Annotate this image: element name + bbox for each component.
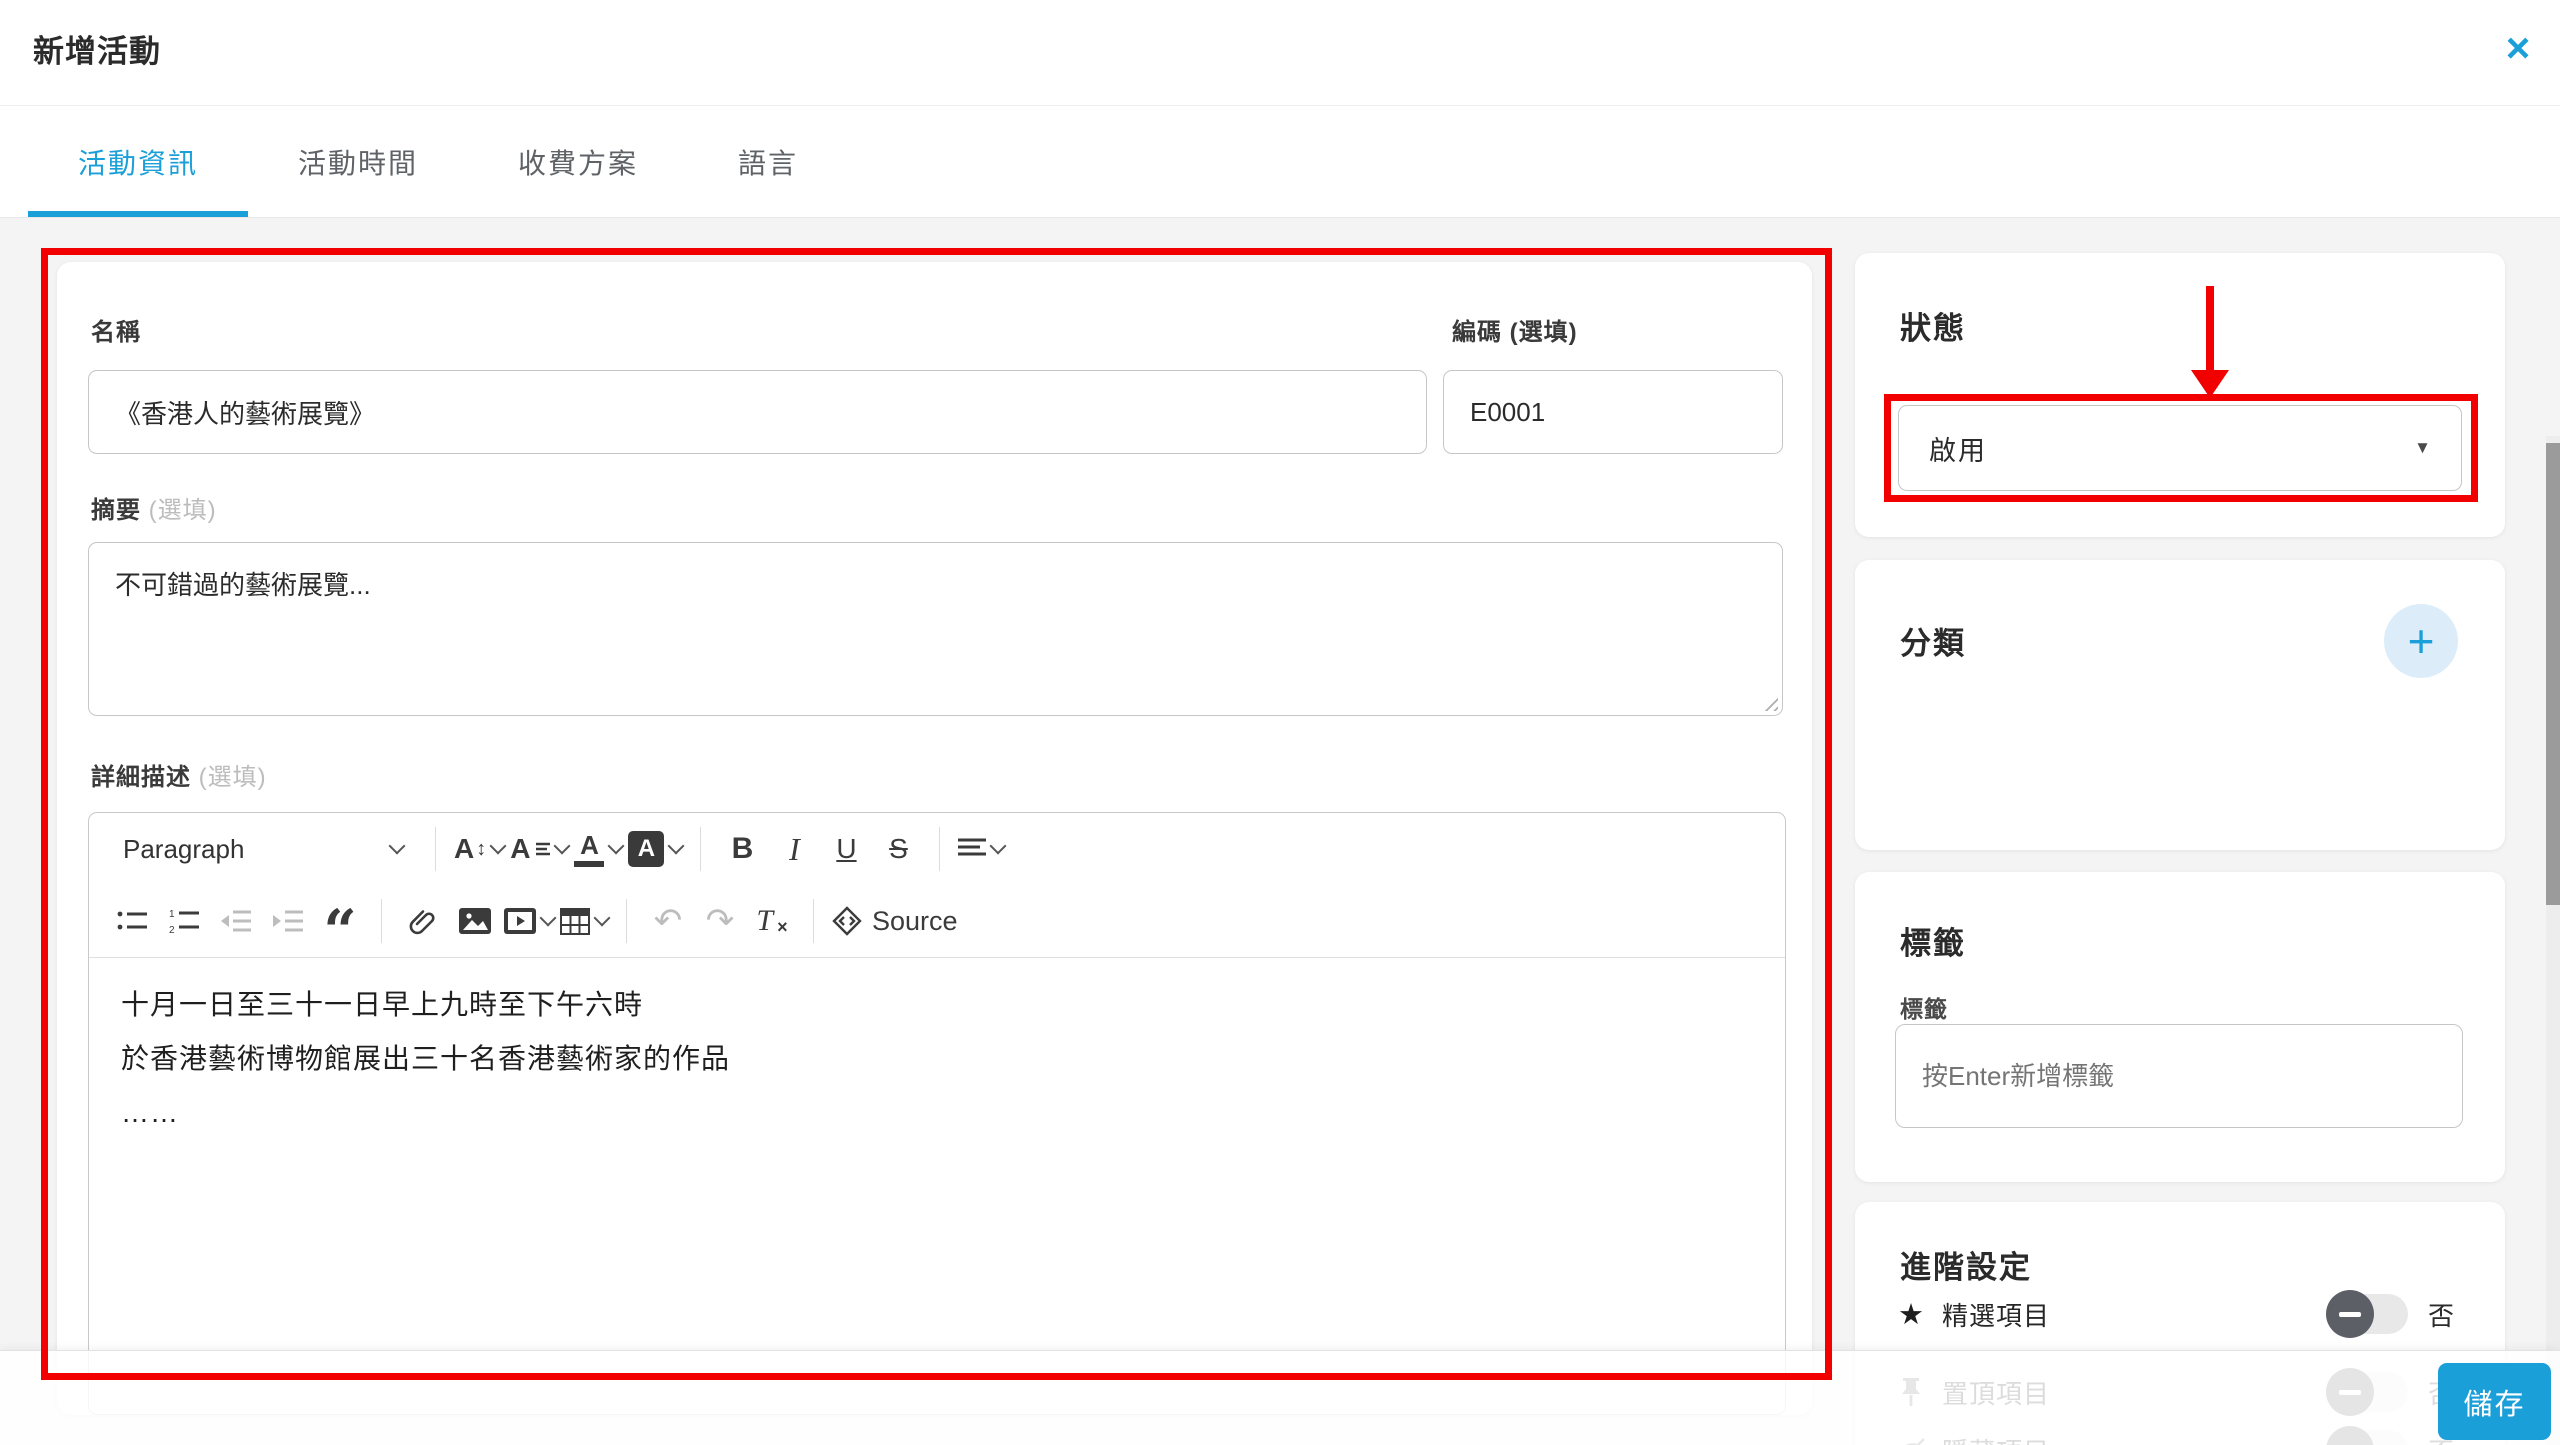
strikethrough-button[interactable]: S (875, 823, 921, 875)
featured-item-label: 精選項目 (1942, 1296, 2332, 1333)
background-color-dropdown[interactable]: A (628, 823, 682, 875)
increase-indent-button[interactable] (265, 895, 311, 947)
italic-button[interactable]: I (771, 823, 817, 875)
status-title: 狀態 (1900, 303, 1966, 348)
activity-info-card: 名稱 編碼 (選填) 摘要 (選填) 不可錯過的藝術展覽... 詳細描述 (選填… (57, 262, 1812, 1415)
description-optional-hint: (選填) (199, 764, 267, 791)
link-button[interactable] (400, 895, 446, 947)
numbered-list-button[interactable]: 12 (161, 895, 207, 947)
bulleted-list-button[interactable] (109, 895, 155, 947)
tags-title: 標籤 (1900, 918, 1966, 963)
status-dropdown[interactable]: 啟用 ▼ (1898, 405, 2462, 491)
featured-item-row: ★ 精選項目 否 (1898, 1290, 2464, 1338)
code-input[interactable] (1443, 370, 1783, 454)
chevron-down-icon (668, 838, 685, 855)
editor-paragraph: 十月一日至三十一日早上九時至下午六時 (121, 986, 1753, 1024)
rich-text-editor: Paragraph A↕ A A A (88, 812, 1786, 1415)
tab-activity-time[interactable]: 活動時間 (248, 106, 468, 217)
underline-button[interactable]: U (823, 823, 869, 875)
text-align-dropdown[interactable] (958, 823, 1004, 875)
font-color-dropdown[interactable]: A (574, 823, 622, 875)
page-title: 新增活動 (33, 26, 161, 71)
summary-optional-hint: (選填) (149, 497, 217, 524)
lines-icon (536, 841, 550, 857)
bold-button[interactable]: B (719, 823, 765, 875)
chevron-down-icon (554, 838, 571, 855)
insert-image-button[interactable] (452, 895, 498, 947)
insert-table-dropdown[interactable] (560, 895, 608, 947)
modal-header: 新增活動 × (0, 0, 2560, 106)
chevron-down-icon (608, 838, 625, 855)
category-card: 分類 + (1855, 560, 2505, 850)
summary-label: 摘要 (選填) (91, 490, 217, 525)
advanced-title: 進階設定 (1900, 1242, 2032, 1287)
scrollbar-thumb[interactable] (2546, 443, 2560, 905)
tags-field-label: 標籤 (1900, 990, 1948, 1024)
source-button[interactable]: Source (832, 895, 958, 947)
paragraph-style-dropdown[interactable]: Paragraph (109, 823, 417, 875)
tab-bar: 活動資訊 活動時間 收費方案 語言 (0, 106, 2560, 218)
chevron-down-icon (540, 910, 557, 927)
star-icon: ★ (1898, 1297, 1942, 1332)
svg-text:2: 2 (169, 925, 175, 934)
featured-state: 否 (2428, 1296, 2464, 1333)
tags-card: 標籤 標籤 (1855, 872, 2505, 1182)
remove-format-button[interactable]: T× (749, 895, 795, 947)
chevron-down-icon (490, 838, 507, 855)
editor-toolbar-row1: Paragraph A↕ A A A (89, 813, 1785, 885)
align-justify-icon (958, 838, 986, 860)
save-button[interactable]: 儲存 (2438, 1363, 2551, 1440)
toggle-knob-icon (2326, 1290, 2374, 1338)
dropdown-caret-icon: ▼ (2414, 438, 2431, 458)
add-activity-modal: 新增活動 × 活動資訊 活動時間 收費方案 語言 名稱 編碼 (選填) 摘要 (… (0, 0, 2560, 1445)
editor-content[interactable]: 十月一日至三十一日早上九時至下午六時 於香港藝術博物館展出三十名香港藝術家的作品… (89, 958, 1785, 1176)
name-input[interactable] (88, 370, 1427, 454)
description-label: 詳細描述 (選填) (91, 757, 267, 792)
name-label: 名稱 (91, 312, 141, 347)
chevron-down-icon (990, 838, 1007, 855)
tag-input[interactable] (1895, 1024, 2463, 1128)
svg-text:1: 1 (169, 909, 175, 920)
category-title: 分類 (1900, 618, 1966, 663)
summary-textarea[interactable]: 不可錯過的藝術展覽... (88, 542, 1783, 716)
tab-pricing-plan[interactable]: 收費方案 (468, 106, 688, 217)
decrease-indent-button[interactable] (213, 895, 259, 947)
editor-toolbar-row2: 12 “ (89, 885, 1785, 958)
modal-body: 名稱 編碼 (選填) 摘要 (選填) 不可錯過的藝術展覽... 詳細描述 (選填… (0, 218, 2560, 1445)
font-family-dropdown[interactable]: A (510, 823, 568, 875)
font-size-dropdown[interactable]: A↕ (454, 823, 504, 875)
code-label: 編碼 (選填) (1452, 312, 1578, 347)
tab-language[interactable]: 語言 (688, 106, 848, 217)
chevron-down-icon (594, 910, 611, 927)
modal-footer: 儲存 (0, 1350, 2560, 1445)
source-label: Source (872, 906, 958, 937)
editor-paragraph: …… (121, 1094, 1753, 1132)
redo-button[interactable]: ↷ (697, 895, 743, 947)
close-icon[interactable]: × (2492, 22, 2544, 74)
resize-handle-icon[interactable] (1760, 693, 1778, 711)
undo-button[interactable]: ↶ (645, 895, 691, 947)
status-card: 狀態 啟用 ▼ (1855, 253, 2505, 537)
blockquote-button[interactable]: “ (317, 906, 363, 958)
add-category-button[interactable]: + (2384, 604, 2458, 678)
editor-paragraph: 於香港藝術博物館展出三十名香港藝術家的作品 (121, 1040, 1753, 1078)
tab-activity-info[interactable]: 活動資訊 (28, 106, 248, 217)
chevron-down-icon (389, 838, 406, 855)
status-value: 啟用 (1929, 429, 1987, 468)
insert-media-dropdown[interactable] (504, 895, 554, 947)
featured-toggle[interactable] (2332, 1294, 2408, 1334)
